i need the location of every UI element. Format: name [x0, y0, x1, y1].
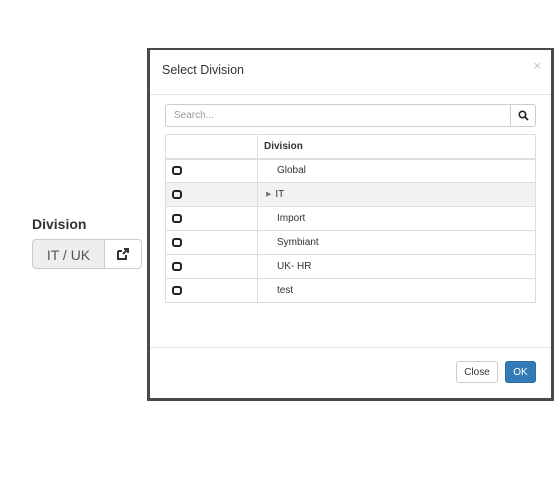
- division-value-field: IT / UK: [32, 239, 104, 269]
- division-name: UK- HR: [257, 254, 536, 279]
- close-button[interactable]: Close: [456, 361, 498, 383]
- search-icon: [517, 110, 529, 121]
- row-radio-button[interactable]: [172, 261, 182, 271]
- header-divider: [150, 94, 551, 95]
- division-name: IT: [275, 189, 285, 200]
- division-name: Symbiant: [257, 230, 536, 255]
- table-row[interactable]: test: [165, 278, 536, 303]
- row-radio-button[interactable]: [172, 285, 182, 295]
- table-row[interactable]: UK- HR: [165, 254, 536, 279]
- division-column-header: Division: [257, 134, 536, 160]
- row-radio-button[interactable]: [172, 166, 182, 176]
- division-name: Global: [257, 158, 536, 183]
- table-row[interactable]: Symbiant: [165, 230, 536, 255]
- modal-close-icon[interactable]: ×: [533, 59, 541, 72]
- division-field-label: Division: [32, 216, 87, 232]
- open-division-picker-button[interactable]: [104, 239, 142, 269]
- search-input[interactable]: [165, 104, 510, 127]
- search-button[interactable]: [510, 104, 536, 127]
- division-name: test: [257, 278, 536, 303]
- table-row[interactable]: Import: [165, 206, 536, 231]
- external-link-icon: [117, 248, 129, 260]
- division-table: Division Global ▶ IT Import Symbiant UK-…: [165, 134, 536, 303]
- select-column-header: [165, 134, 258, 160]
- modal-header: Select Division ×: [150, 50, 551, 94]
- table-row[interactable]: Global: [165, 158, 536, 183]
- row-radio-button[interactable]: [172, 213, 182, 223]
- division-name: Import: [257, 206, 536, 231]
- footer-divider: [150, 347, 551, 348]
- modal-title: Select Division: [162, 63, 244, 77]
- table-header-row: Division: [165, 134, 536, 160]
- row-radio-button[interactable]: [172, 237, 182, 247]
- row-radio-button[interactable]: [172, 189, 182, 199]
- expand-arrow-icon[interactable]: ▶: [266, 190, 271, 198]
- table-row[interactable]: ▶ IT: [165, 182, 536, 207]
- ok-button[interactable]: OK: [505, 361, 536, 383]
- select-division-modal: Select Division × Division Global ▶ IT: [150, 50, 551, 398]
